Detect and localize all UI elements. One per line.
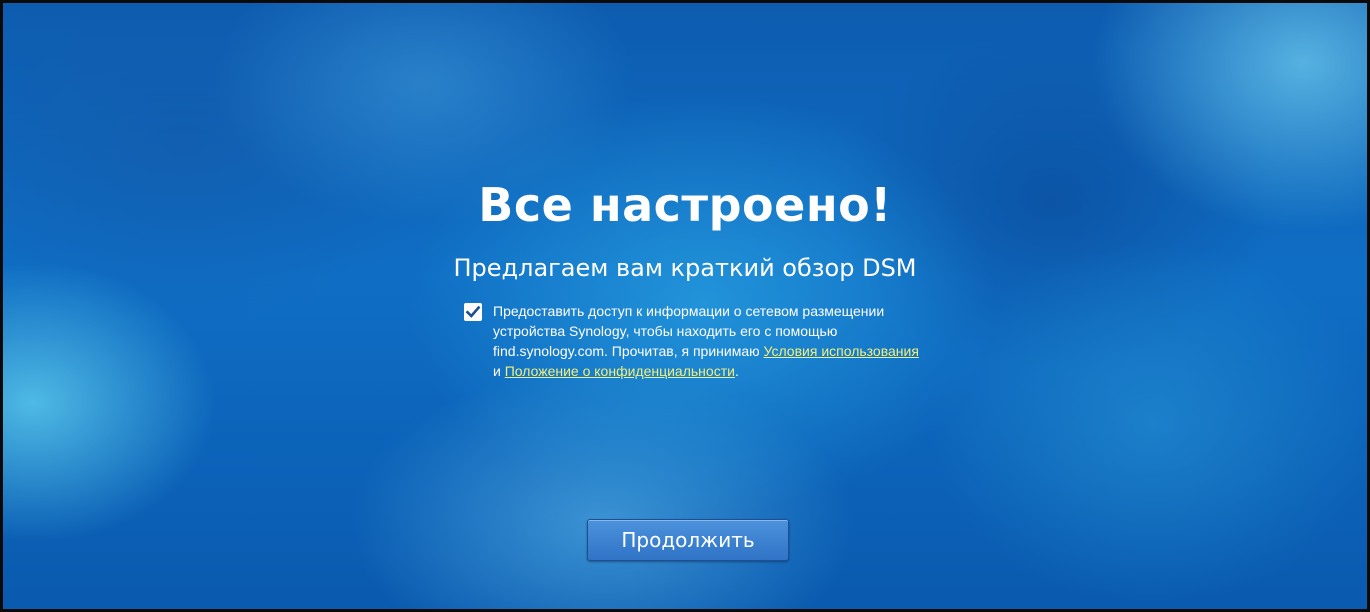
share-location-checkbox[interactable] xyxy=(464,303,482,321)
consent-conjunction: и xyxy=(493,363,505,379)
consent-text: Предоставить доступ к информации о сетев… xyxy=(493,301,923,381)
checkmark-icon xyxy=(465,305,481,318)
consent-text-end: . xyxy=(734,363,739,379)
continue-button[interactable]: Продолжить xyxy=(587,519,789,561)
privacy-policy-link[interactable]: Положение о конфиденциальности xyxy=(505,363,735,379)
setup-complete-screen: Все настроено! Предлагаем вам краткий об… xyxy=(0,0,1370,612)
terms-of-use-link[interactable]: Условия использования xyxy=(764,343,919,359)
page-title: Все настроено! xyxy=(478,178,892,232)
page-subtitle: Предлагаем вам краткий обзор DSM xyxy=(453,254,917,282)
